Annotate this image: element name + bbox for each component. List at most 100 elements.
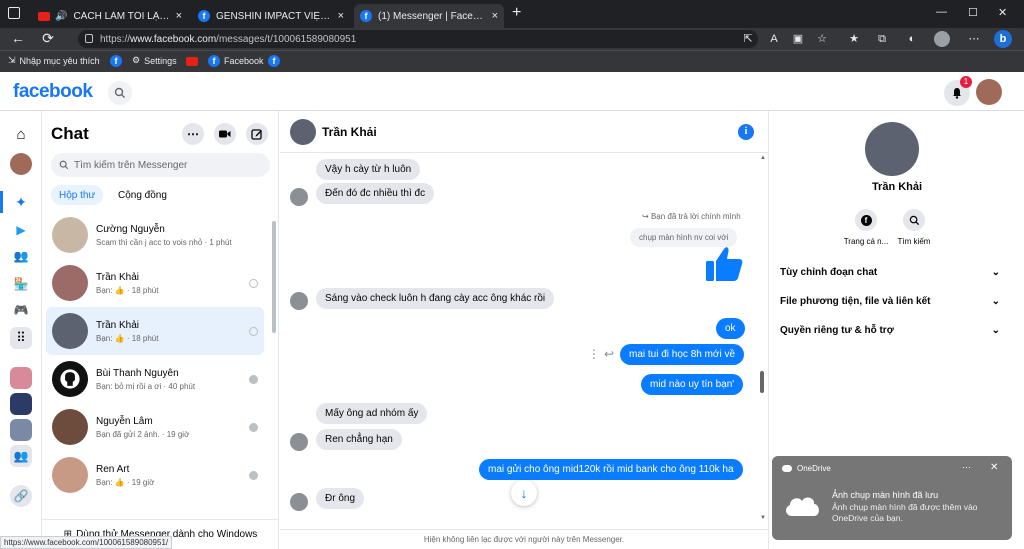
section-label: Quyền riêng tư & hỗ trợ (780, 325, 894, 336)
new-tab-button[interactable]: + (512, 4, 521, 22)
performance-icon[interactable]: ◐ (904, 31, 920, 47)
tab-youtube[interactable]: 🔊 CÁCH LÀM TÔI LẬP BÁT - N × (32, 4, 188, 28)
more-options-icon[interactable]: ⋯ (182, 123, 204, 145)
shortcut-3-icon[interactable] (10, 419, 32, 441)
scroll-down-icon[interactable]: ↓ (511, 480, 537, 506)
collections-icon[interactable]: ⧉ (874, 31, 890, 47)
facebook-profile-icon[interactable]: f (855, 209, 877, 231)
tab-genshin[interactable]: f GENSHIN IMPACT VIỆT NAM TR × (192, 4, 350, 28)
onedrive-toast[interactable]: OneDrive ⋯ ✕ Ảnh chụp màn hình đã lưu Ản… (772, 456, 1012, 540)
tab-actions-icon[interactable] (8, 7, 20, 19)
link-icon[interactable]: 🔗 (10, 485, 32, 507)
facebook-logo[interactable]: facebook (13, 81, 93, 103)
contact-avatar[interactable] (290, 118, 316, 145)
contact-name-large: Trần Khải (871, 181, 923, 193)
youtube-icon (186, 57, 198, 66)
contact-name[interactable]: Trần Khải (322, 125, 377, 139)
sent-status-icon (249, 327, 258, 336)
chat-list-scrollbar[interactable] (272, 221, 276, 333)
section-label: File phương tiện, file và liên kết (780, 296, 931, 307)
new-message-icon[interactable] (246, 123, 268, 145)
search-action-label[interactable]: Tìm kiếm (887, 237, 941, 246)
conversation-item[interactable]: Trần Khải Bạn: 👍 · 18 phút (46, 259, 264, 307)
account-avatar[interactable] (976, 79, 1002, 105)
message-outgoing: mid nào uy tín bạn' (641, 374, 744, 395)
message-incoming: Sáng vào check luôn h đang cày acc ông k… (316, 288, 555, 309)
bookmark-youtube[interactable] (186, 57, 198, 66)
profile-avatar-icon[interactable] (10, 153, 32, 175)
conversation-header: Trần Khải i (280, 111, 768, 153)
tab-community[interactable]: Cộng đồng (110, 185, 175, 205)
groups-icon[interactable]: 👥 (10, 445, 32, 467)
bookmark-facebook-2[interactable]: f (268, 55, 280, 67)
scroll-up-arrow-icon[interactable]: ▲ (760, 155, 766, 161)
search-in-chat-icon[interactable] (903, 209, 925, 231)
toast-close-icon[interactable]: ✕ (990, 462, 998, 473)
close-window-button[interactable]: ✕ (998, 6, 1007, 19)
conversation-item[interactable]: Bùi Thanh Nguyên Bạn: bỏ mị rồi a ơi · 4… (46, 355, 264, 403)
message-more-icon[interactable]: ⋮ (588, 347, 600, 361)
watch-icon[interactable]: ▶ (10, 219, 32, 241)
tab-inbox[interactable]: Hộp thư (51, 185, 104, 205)
contact-avatar-large[interactable] (865, 122, 919, 176)
tab-messenger[interactable]: f (1) Messenger | Facebook × (354, 4, 504, 28)
refresh-icon[interactable]: ⟳ (38, 30, 58, 47)
facebook-icon: f (360, 10, 372, 22)
active-indicator (0, 191, 3, 213)
marketplace-icon[interactable]: 🏪 (10, 273, 32, 295)
section-media-files[interactable]: File phương tiện, file và liên kết ⌄ (780, 296, 1000, 307)
toast-title: Ảnh chụp màn hình đã lưu (832, 490, 939, 500)
url-domain: www.facebook.com (130, 33, 217, 45)
favorite-star-icon[interactable]: ☆ (814, 31, 830, 47)
conversation-preview: Bạn: 👍 · 18 phút (96, 333, 159, 343)
reply-note: ↪ Bạn đã trả lời chính mình (642, 212, 741, 221)
extension-icon[interactable]: ▣ (790, 31, 806, 47)
maximize-button[interactable]: ☐ (968, 6, 978, 19)
home-icon[interactable]: ⌂ (10, 123, 32, 145)
bookmark-facebook-1[interactable]: f (110, 55, 122, 67)
url-bar[interactable]: https://www.facebook.com/messages/t/1000… (78, 30, 758, 48)
profile-avatar[interactable] (934, 31, 950, 47)
messenger-icon[interactable]: ✦ (10, 191, 32, 213)
shortcut-2-icon[interactable] (10, 393, 32, 415)
section-privacy-support[interactable]: Quyền riêng tư & hỗ trợ ⌄ (780, 325, 1000, 336)
seen-status-icon (249, 471, 258, 480)
scroll-down-arrow-icon[interactable]: ▼ (760, 515, 766, 521)
video-call-icon[interactable] (214, 123, 236, 145)
read-aloud-icon[interactable]: A (766, 31, 782, 47)
share-icon[interactable]: ⇱ (740, 31, 756, 47)
more-menu-icon[interactable]: ⋯ (966, 31, 982, 47)
toast-more-icon[interactable]: ⋯ (962, 462, 971, 473)
close-tab-icon[interactable]: × (338, 10, 344, 22)
cloud-icon (782, 492, 822, 518)
conversation-item[interactable]: Nguyễn Lâm Bạn đã gửi 2 ảnh. · 19 giờ (46, 403, 264, 451)
conversation-scrollbar[interactable] (760, 371, 764, 393)
section-customize-chat[interactable]: Tùy chỉnh đoạn chat ⌄ (780, 267, 1000, 278)
bookmarks-bar: ⇲ Nhập mục yêu thích f ⚙ Settings f Face… (0, 50, 1024, 72)
conversation-item[interactable]: Cường Nguyễn Scam thì cần j acc to vois … (46, 211, 264, 259)
profile-action-label[interactable]: Trang cá n... (839, 237, 893, 246)
reply-arrow-icon[interactable]: ↩ (604, 347, 614, 361)
bing-icon[interactable]: b (994, 30, 1012, 48)
messenger-search-input[interactable]: Tìm kiếm trên Messenger (51, 153, 270, 177)
conversation-item[interactable]: Ren Art Bạn: 👍 · 19 giờ (46, 451, 264, 499)
speaker-icon[interactable]: 🔊 (55, 11, 67, 22)
favorites-icon[interactable]: ★ (846, 31, 862, 47)
bookmark-facebook[interactable]: f Facebook (208, 55, 264, 67)
close-tab-icon[interactable]: × (176, 10, 182, 22)
conversation-item-selected[interactable]: Trần Khải Bạn: 👍 · 18 phút (46, 307, 264, 355)
info-icon[interactable]: i (738, 124, 754, 140)
minimize-button[interactable]: — (936, 6, 947, 18)
bookmark-import-favorites[interactable]: ⇲ Nhập mục yêu thích (8, 55, 100, 66)
back-arrow-icon[interactable]: ← (8, 30, 28, 46)
avatar (52, 217, 88, 253)
friends-icon[interactable]: 👥 (10, 245, 32, 267)
search-icon[interactable] (108, 81, 132, 105)
shortcut-1-icon[interactable] (10, 367, 32, 389)
menu-grid-icon[interactable]: ⠿ (10, 327, 32, 349)
gaming-icon[interactable]: 🎮 (10, 299, 32, 321)
close-tab-icon[interactable]: × (492, 10, 498, 22)
message-incoming: Đr ông (316, 488, 365, 509)
bookmark-settings[interactable]: ⚙ Settings (132, 55, 177, 66)
sender-avatar (290, 292, 308, 310)
